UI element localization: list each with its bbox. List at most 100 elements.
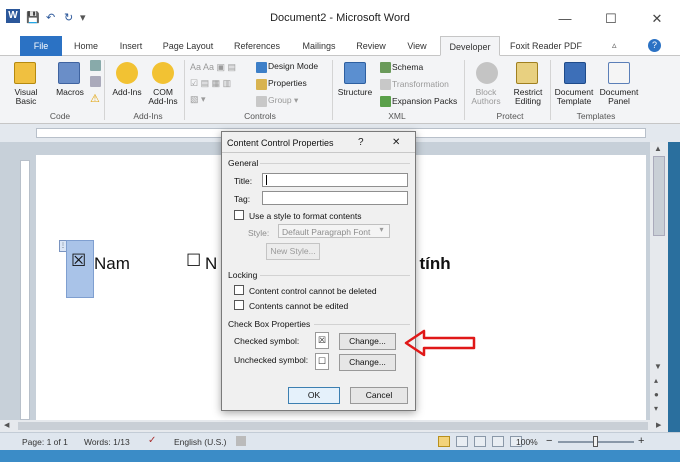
scroll-up-icon[interactable]: ▲ — [654, 144, 662, 153]
horizontal-scrollbar[interactable]: ◀ ▶ — [0, 420, 668, 432]
checkbox-properties-section-label: Check Box Properties — [228, 319, 311, 329]
properties-icon — [256, 79, 267, 90]
zoom-percent[interactable]: 100% — [516, 437, 538, 447]
pause-icon[interactable] — [90, 76, 101, 87]
tab-mailings[interactable]: Mailings — [294, 36, 344, 56]
change-checked-symbol-button[interactable]: Change... — [339, 333, 396, 350]
tab-view[interactable]: View — [398, 36, 436, 56]
record-macro-icon[interactable] — [90, 60, 101, 71]
com-add-ins-icon — [152, 62, 174, 84]
tab-foxit-reader-pdf[interactable]: Foxit Reader PDF — [504, 36, 588, 56]
transformation-button[interactable]: Transformation — [392, 80, 449, 89]
full-screen-reading-icon[interactable] — [456, 436, 468, 447]
minimize-button[interactable]: — — [542, 6, 588, 32]
document-panel-button[interactable]: Document Panel — [598, 88, 640, 106]
title-bar: W 💾 ↶ ↻ ▾ Document2 - Microsoft Word — ☐… — [0, 0, 680, 36]
separator — [104, 60, 105, 120]
add-ins-button[interactable]: Add-Ins — [108, 88, 146, 97]
doc-text-vi-tinh: ì tính — [410, 254, 451, 273]
zoom-out-icon[interactable]: − — [546, 435, 552, 447]
close-window-button[interactable]: ✕ — [634, 6, 680, 32]
general-section-label: General — [228, 158, 259, 168]
new-style-button[interactable]: New Style... — [266, 243, 320, 260]
cannot-edit-checkbox[interactable] — [234, 300, 244, 310]
zoom-in-icon[interactable]: + — [638, 435, 644, 447]
schema-button[interactable]: Schema — [392, 63, 423, 72]
checkbox-control-icon[interactable]: ☑ ▤ ▦ ▥ — [190, 78, 231, 89]
prev-page-icon[interactable]: ▴ — [654, 376, 658, 385]
dialog-help-button[interactable]: ? — [358, 137, 364, 148]
maximize-button[interactable]: ☐ — [588, 6, 634, 32]
checked-checkbox-glyph[interactable]: ☒ — [71, 251, 86, 271]
tab-references[interactable]: References — [224, 36, 290, 56]
ok-button[interactable]: OK — [288, 387, 340, 404]
tab-review[interactable]: Review — [348, 36, 394, 56]
macro-security-icon[interactable]: ⚠ — [90, 92, 100, 105]
cannot-edit-label: Contents cannot be edited — [249, 301, 349, 311]
use-style-checkbox[interactable] — [234, 210, 244, 220]
scroll-right-icon[interactable]: ▶ — [656, 421, 661, 429]
tab-developer[interactable]: Developer — [440, 36, 500, 56]
locking-section-label: Locking — [228, 270, 258, 280]
visual-basic-button[interactable]: Visual Basic — [10, 88, 42, 106]
macro-record-icon[interactable] — [236, 436, 246, 446]
expansion-packs-button[interactable]: Expansion Packs — [392, 97, 457, 106]
macros-button[interactable]: Macros — [50, 88, 90, 97]
scroll-down-icon[interactable]: ▼ — [654, 362, 662, 371]
outline-icon[interactable] — [492, 436, 504, 447]
content-control-properties-dialog: Content Control Properties ? ✕ General T… — [221, 131, 416, 411]
scroll-thumb[interactable] — [653, 156, 665, 236]
print-layout-icon[interactable] — [438, 436, 450, 447]
separator — [550, 60, 551, 120]
title-input[interactable] — [262, 173, 408, 187]
tag-field-label: Tag: — [234, 194, 251, 204]
web-layout-icon[interactable] — [474, 436, 486, 447]
rich-text-control-icon[interactable]: Aa Aa ▣ ▤ — [190, 62, 236, 73]
tab-page-layout[interactable]: Page Layout — [156, 36, 220, 56]
tab-insert[interactable]: Insert — [110, 36, 152, 56]
tab-file[interactable]: File — [20, 36, 62, 56]
document-panel-icon — [608, 62, 630, 84]
minimize-ribbon-icon[interactable]: ▵ — [612, 40, 617, 51]
change-unchecked-symbol-button[interactable]: Change... — [339, 354, 396, 371]
dialog-title: Content Control Properties — [227, 138, 334, 148]
vertical-ruler[interactable] — [20, 160, 30, 420]
unchecked-symbol-label: Unchecked symbol: — [234, 355, 309, 365]
browse-object-icon[interactable]: ● — [654, 390, 659, 399]
language-indicator[interactable]: English (U.S.) — [174, 437, 226, 447]
page-count[interactable]: Page: 1 of 1 — [22, 437, 68, 447]
separator — [332, 60, 333, 120]
cancel-button[interactable]: Cancel — [350, 387, 408, 404]
zoom-slider-thumb[interactable] — [593, 436, 598, 447]
style-dropdown-icon[interactable]: ▾ — [374, 225, 389, 237]
separator — [184, 60, 185, 120]
group-label-xml: XML — [388, 111, 406, 121]
block-authors-button[interactable]: Block Authors — [466, 88, 506, 106]
structure-button[interactable]: Structure — [334, 88, 376, 97]
next-page-icon[interactable]: ▾ — [654, 404, 658, 413]
restrict-editing-button[interactable]: Restrict Editing — [508, 88, 548, 106]
legacy-tools-icon[interactable]: ▧ ▾ — [190, 94, 206, 105]
doc-text-partial: N — [205, 254, 218, 273]
tab-home[interactable]: Home — [66, 36, 106, 56]
text-caret — [266, 175, 267, 185]
unchecked-symbol-glyph: ☐ — [317, 356, 327, 366]
com-add-ins-label: COM Add-Ins — [148, 87, 178, 106]
help-icon[interactable]: ? — [648, 39, 661, 52]
group-label-add-ins: Add-Ins — [133, 111, 163, 121]
group-label-code: Code — [49, 111, 71, 121]
hscroll-thumb[interactable] — [18, 422, 648, 430]
cannot-delete-checkbox[interactable] — [234, 285, 244, 295]
document-template-button[interactable]: Document Template — [552, 88, 596, 106]
document-template-icon — [564, 62, 586, 84]
tag-input[interactable] — [262, 191, 408, 205]
restrict-editing-icon — [516, 62, 538, 84]
word-count[interactable]: Words: 1/13 — [84, 437, 130, 447]
vertical-scrollbar[interactable]: ▲ ▼ ▴ ● ▾ — [650, 142, 668, 420]
com-add-ins-button[interactable]: COM Add-Ins — [144, 88, 182, 106]
proofing-icon[interactable]: ✓ — [148, 435, 156, 446]
unchecked-checkbox-glyph[interactable]: ☐ — [186, 251, 201, 271]
scroll-left-icon[interactable]: ◀ — [4, 421, 9, 429]
checked-symbol-glyph: ☒ — [317, 335, 327, 345]
dialog-close-button[interactable]: ✕ — [392, 137, 400, 148]
